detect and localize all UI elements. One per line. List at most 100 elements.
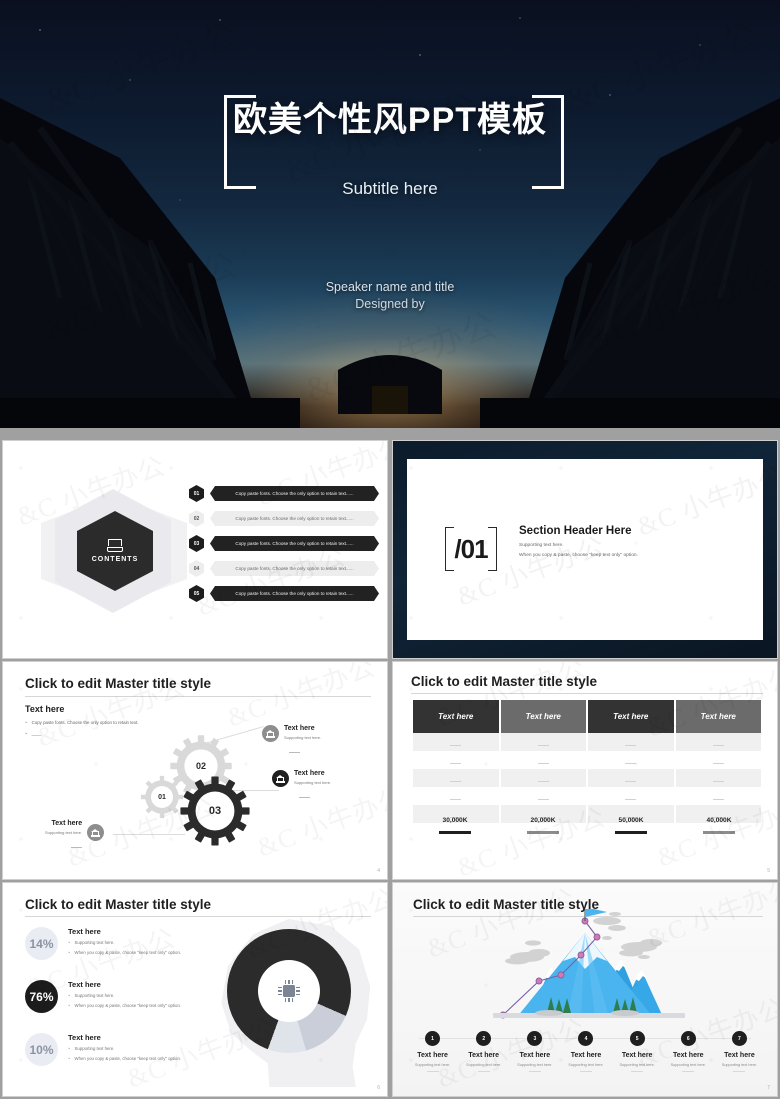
donut-item-1-title: Text here	[68, 927, 101, 936]
mountain-step-6-underline	[682, 1071, 695, 1072]
data-table: Text here Text here Text here Text here	[411, 700, 763, 823]
contents-item-01[interactable]: 01 Copy paste fonts. Choose the only opt…	[189, 485, 379, 502]
mountain-step-6-number: 6	[680, 1031, 696, 1046]
tray-icon	[107, 539, 123, 552]
mountain-step-5-support: Supporting text here.	[619, 1063, 655, 1067]
donut-percent-badge-3: 10%	[25, 1033, 58, 1066]
mountain-step-4-number: 4	[578, 1031, 594, 1046]
mountain-step-1-support: Supporting text here.	[414, 1063, 451, 1067]
gears-bullet-2: ____	[31, 730, 42, 736]
mountain-step-4-title: Text here	[570, 1052, 602, 1059]
gear-01-label: 01	[158, 793, 166, 801]
donut-legend-item-3[interactable]: 10% Text here Supporting text here. When…	[25, 1033, 181, 1066]
donut-item-2-title: Text here	[68, 980, 101, 989]
bank-icon-1	[262, 725, 279, 742]
mountain-step-2-underline	[477, 1071, 490, 1072]
table-footer-bar-4	[703, 831, 735, 834]
slide-donut-chart: Click to edit Master title style 14% Tex…	[2, 882, 388, 1097]
contents-item-05[interactable]: 05 Copy paste fonts. Choose the only opt…	[189, 585, 379, 602]
donut-legend-item-2[interactable]: 76% Text here Supporting text here. When…	[25, 980, 181, 1013]
table-cell	[676, 787, 762, 805]
mountain-steps: 1 Text here Supporting text here. 2 Text…	[407, 1031, 765, 1072]
gear-02-label: 02	[195, 761, 206, 771]
table-cell	[501, 751, 587, 769]
gears-node-3-dash	[71, 847, 83, 848]
table-row[interactable]	[413, 733, 761, 751]
mountain-step-7[interactable]: 7 Text here Supporting text here.	[714, 1031, 765, 1072]
mountain-step-1-number: 1	[425, 1031, 441, 1046]
contents-item-02[interactable]: 02 Copy paste fonts. Choose the only opt…	[189, 510, 379, 527]
table-row[interactable]	[413, 751, 761, 769]
cpu-chip-icon	[278, 980, 300, 1002]
gears-node-1[interactable]: Text here Supporting text here.	[262, 725, 321, 758]
mountain-step-1[interactable]: 1 Text here Supporting text here.	[407, 1031, 458, 1072]
mountain-step-3-support: Supporting text here.	[517, 1063, 553, 1067]
table-header-2[interactable]: Text here	[500, 700, 586, 733]
gears-node-2-title: Text here	[294, 770, 325, 777]
donut-item-2-b2: When you copy & paste, choose "keep text…	[74, 1003, 182, 1008]
mountain-step-4[interactable]: 4 Text here Supporting text here.	[560, 1031, 611, 1072]
connector-bottom	[113, 834, 185, 835]
donut-item-3-b1: Supporting text here.	[74, 1046, 115, 1051]
mountain-step-5-underline	[631, 1071, 644, 1072]
gears-node-1-support: Supporting text here.	[284, 735, 322, 740]
table-cell	[413, 769, 499, 787]
section-card: /01 Section Header Here Supporting text …	[407, 459, 763, 640]
mountain-step-3[interactable]: 3 Text here Supporting text here.	[509, 1031, 560, 1072]
table-header-row: Text here Text here Text here Text here	[413, 700, 761, 733]
contents-item-03[interactable]: 03 Copy paste fonts. Choose the only opt…	[189, 535, 379, 552]
donut-legend-item-1[interactable]: 14% Text here Supporting text here. When…	[25, 927, 181, 960]
mountain-step-1-title: Text here	[417, 1052, 448, 1059]
slide-mountain: Click to edit Master title style 1 Text …	[392, 882, 778, 1097]
gears-node-3[interactable]: Text here Supporting text here.	[45, 820, 105, 853]
cover-title: 欧美个性风PPT模板	[232, 101, 548, 139]
hex-content: CONTENTS	[77, 511, 153, 591]
mountain-step-2[interactable]: 2 Text here Supporting text here.	[458, 1031, 509, 1072]
contents-text-05: Copy paste fonts. Choose the only option…	[210, 586, 379, 601]
table-header-3[interactable]: Text here	[588, 700, 674, 733]
table-cell	[413, 751, 499, 769]
gears-node-1-title: Text here	[284, 725, 315, 732]
table-cell	[676, 751, 762, 769]
cover-subtitle: Subtitle here	[342, 179, 438, 198]
donut-page-number: 6	[377, 1085, 380, 1091]
contents-item-04[interactable]: 04 Copy paste fonts. Choose the only opt…	[189, 560, 379, 577]
contents-number-01: 01	[189, 485, 204, 502]
table-cell	[500, 733, 586, 751]
mountain-step-7-number: 7	[731, 1031, 747, 1046]
gear-01[interactable]: 01	[140, 775, 184, 819]
gears-left-bullets: Copy paste fonts. Choose the only option…	[25, 720, 143, 742]
table-footer-4: 40,000K	[675, 817, 763, 834]
mountain-step-2-title: Text here	[468, 1052, 500, 1059]
table-header-4[interactable]: Text here	[675, 700, 761, 733]
table-cell	[501, 787, 587, 805]
donut-item-1-b2: When you copy & paste, choose "keep text…	[74, 950, 182, 955]
slide-table: Click to edit Master title style Text he…	[392, 661, 778, 880]
bridge-far-arch	[338, 355, 442, 414]
bank-icon-3	[87, 824, 105, 841]
slide-section-header: /01 Section Header Here Supporting text …	[392, 440, 778, 659]
table-row[interactable]	[413, 787, 761, 805]
mountain-step-3-underline	[528, 1071, 541, 1072]
table-row[interactable]	[413, 769, 761, 787]
gear-03[interactable]: 03	[179, 775, 251, 847]
gears-node-2[interactable]: Text here Supporting text here.	[272, 770, 331, 803]
mountain-step-1-underline	[426, 1071, 439, 1072]
mountain-step-6[interactable]: 6 Text here Supporting text here.	[663, 1031, 714, 1072]
slide-contents: CONTENTS 01 Copy paste fonts. Choose the…	[2, 440, 388, 659]
donut-percent-badge-2: 76%	[25, 980, 58, 1013]
table-header-1[interactable]: Text here	[413, 700, 499, 733]
mountain-step-5-number: 5	[629, 1031, 645, 1046]
mountain-step-5[interactable]: 5 Text here Supporting text here.	[612, 1031, 663, 1072]
mountain-step-3-title: Text here	[519, 1052, 551, 1059]
mountain-step-7-underline	[733, 1071, 746, 1072]
contents-text-02: Copy paste fonts. Choose the only option…	[210, 511, 379, 526]
contents-list: 01 Copy paste fonts. Choose the only opt…	[189, 485, 379, 610]
donut-title-rule	[25, 916, 371, 917]
contents-text-04: Copy paste fonts. Choose the only option…	[210, 561, 379, 576]
section-heading: Section Header Here	[519, 525, 632, 537]
gears-title: Click to edit Master title style	[25, 676, 212, 691]
contents-label: CONTENTS	[91, 556, 139, 563]
mountain-step-4-underline	[579, 1071, 592, 1072]
gears-left-heading: Text here	[25, 704, 65, 714]
